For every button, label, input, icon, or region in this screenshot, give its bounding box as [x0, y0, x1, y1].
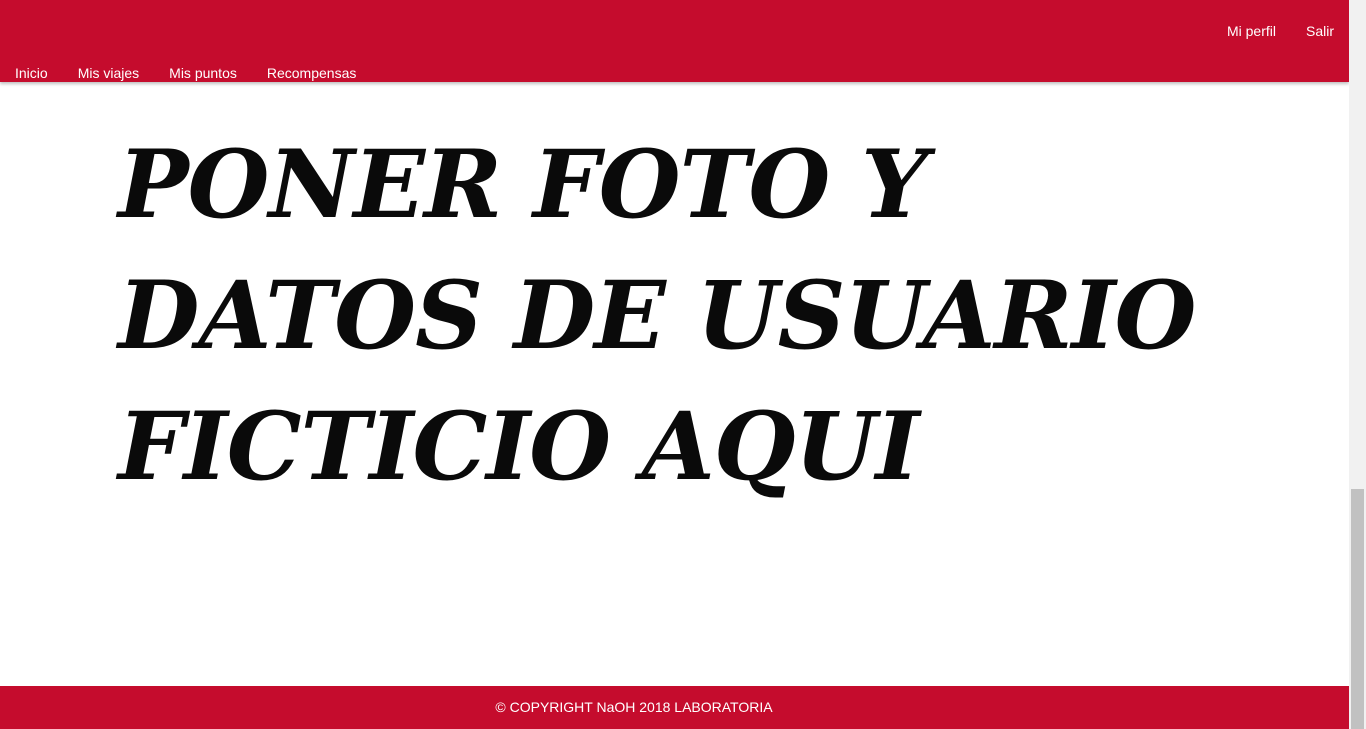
nav-link-mis-viajes[interactable]: Mis viajes: [78, 64, 139, 82]
nav-link-inicio[interactable]: Inicio: [15, 64, 48, 82]
nav-link-mis-puntos[interactable]: Mis puntos: [169, 64, 237, 82]
page-scrollbar[interactable]: [1349, 0, 1366, 729]
top-navbar: Mi perfil Salir Inicio Mis viajes Mis pu…: [0, 0, 1349, 82]
scrollbar-thumb[interactable]: [1351, 489, 1364, 729]
footer-copyright: © COPYRIGHT NaOH 2018 LABORATORIA: [495, 699, 773, 715]
nav-link-mi-perfil[interactable]: Mi perfil: [1227, 22, 1276, 40]
footer: © COPYRIGHT NaOH 2018 LABORATORIA: [0, 686, 1349, 729]
main-content: PONER FOTO Y DATOS DE USUARIO FICTICIO A…: [0, 82, 1349, 686]
nav-link-salir[interactable]: Salir: [1306, 22, 1334, 40]
main-menu: Inicio Mis viajes Mis puntos Recompensas: [15, 64, 356, 82]
placeholder-heading: PONER FOTO Y DATOS DE USUARIO FICTICIO A…: [118, 130, 1196, 502]
nav-link-recompensas[interactable]: Recompensas: [267, 64, 357, 82]
page: Mi perfil Salir Inicio Mis viajes Mis pu…: [0, 0, 1349, 729]
user-menu: Mi perfil Salir: [1227, 22, 1334, 40]
